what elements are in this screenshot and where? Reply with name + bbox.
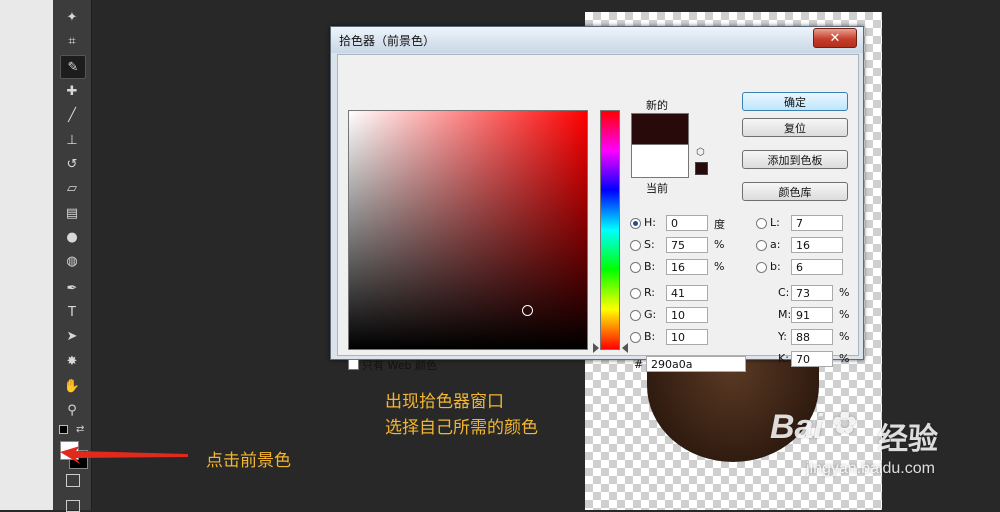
- shape-icon[interactable]: ✸: [60, 350, 84, 372]
- hsb-unit-2: %: [714, 260, 725, 273]
- rgb-input-0[interactable]: 41: [666, 285, 708, 301]
- magic-wand-icon[interactable]: ✦: [60, 6, 84, 28]
- web-only-checkbox[interactable]: [348, 359, 359, 370]
- lab-label-1: a:: [770, 238, 781, 251]
- add-to-swatches-button[interactable]: 添加到色板: [742, 150, 848, 169]
- hsb-unit-1: %: [714, 238, 725, 251]
- zoom-icon[interactable]: ⚲: [60, 399, 84, 421]
- rgb-label-2: B:: [644, 330, 656, 343]
- close-button[interactable]: ✕: [813, 28, 857, 48]
- radio-hsb-0[interactable]: [630, 218, 641, 229]
- rgb-input-2[interactable]: 10: [666, 329, 708, 345]
- lab-input-0[interactable]: 7: [791, 215, 843, 231]
- eraser-icon[interactable]: ▱: [60, 177, 84, 199]
- current-color-label: 当前: [646, 182, 668, 195]
- hex-input[interactable]: 290a0a: [646, 356, 746, 372]
- lab-label-2: b:: [770, 260, 781, 273]
- cmyk-unit-1: %: [839, 308, 850, 321]
- dialog-title: 拾色器（前景色）: [339, 34, 436, 48]
- history-brush-icon[interactable]: ↺: [60, 153, 84, 175]
- paw-icon: ✿: [832, 406, 858, 441]
- lab-input-2[interactable]: 6: [791, 259, 843, 275]
- cmyk-input-0[interactable]: 73: [791, 285, 833, 301]
- red-arrow-annotation: [60, 446, 188, 464]
- brush-icon[interactable]: ╱: [60, 104, 84, 126]
- quick-mask-icon[interactable]: [66, 474, 80, 487]
- hsb-unit-0: 度: [714, 218, 725, 231]
- dialog-titlebar[interactable]: 拾色器（前景色） ✕: [331, 27, 863, 53]
- hue-slider-arrow-right[interactable]: [622, 343, 628, 353]
- rgb-input-1[interactable]: 10: [666, 307, 708, 323]
- screen-mode-icon[interactable]: [66, 500, 80, 512]
- cmyk-input-1[interactable]: 91: [791, 307, 833, 323]
- new-color-swatch: [631, 113, 689, 145]
- stamp-icon[interactable]: ⊥: [60, 129, 84, 151]
- note-line-2: 选择自己所需的颜色: [385, 418, 538, 438]
- dialog-body: 新的 当前 ⬡ 确定 复位 添加到色板 颜色库 只有 Web 颜色 H: 0 度 S:…: [337, 54, 859, 372]
- hand-icon[interactable]: ✋: [60, 375, 84, 397]
- web-safe-swatch[interactable]: [695, 162, 708, 175]
- color-libraries-button[interactable]: 颜色库: [742, 182, 848, 201]
- radio-lab-2[interactable]: [756, 262, 767, 273]
- cmyk-label-1: M:: [778, 308, 792, 321]
- hsb-label-0: H:: [644, 216, 656, 229]
- radio-rgb-1[interactable]: [630, 310, 641, 321]
- cmyk-label-0: C:: [778, 286, 790, 299]
- watermark-jingyan: 经验: [878, 422, 938, 457]
- cmyk-label-2: Y:: [778, 330, 787, 343]
- hue-slider-arrow-left[interactable]: [593, 343, 599, 353]
- radio-hsb-2[interactable]: [630, 262, 641, 273]
- reset-button[interactable]: 复位: [742, 118, 848, 137]
- cmyk-unit-3: %: [839, 352, 850, 365]
- ok-button[interactable]: 确定: [742, 92, 848, 111]
- radio-rgb-0[interactable]: [630, 288, 641, 299]
- cmyk-input-3[interactable]: 70: [791, 351, 833, 367]
- new-color-label: 新的: [646, 99, 668, 112]
- lab-input-1[interactable]: 16: [791, 237, 843, 253]
- baidu-jingyan-watermark: Bai ✿ 经验 jingyan.baidu.com: [770, 400, 960, 490]
- click-foreground-note: 点击前景色: [206, 451, 291, 471]
- eyedropper-icon[interactable]: ✎: [60, 55, 86, 79]
- cmyk-input-2[interactable]: 88: [791, 329, 833, 345]
- default-colors-icon[interactable]: [59, 425, 68, 434]
- cmyk-unit-0: %: [839, 286, 850, 299]
- hsb-label-2: B:: [644, 260, 656, 273]
- radio-hsb-1[interactable]: [630, 240, 641, 251]
- current-color-swatch[interactable]: [631, 144, 689, 178]
- left-panel-strip: [0, 0, 53, 510]
- hsb-input-2[interactable]: 16: [666, 259, 708, 275]
- watermark-url: jingyan.baidu.com: [806, 460, 935, 477]
- gradient-icon[interactable]: ▤: [60, 202, 84, 224]
- rgb-label-0: R:: [644, 286, 656, 299]
- lab-label-0: L:: [770, 216, 780, 229]
- watermark-logo: Bai: [770, 408, 823, 446]
- web-only-label: 只有 Web 颜色: [362, 359, 437, 372]
- hsb-input-0[interactable]: 0: [666, 215, 708, 231]
- pen-icon[interactable]: ✒: [60, 277, 84, 299]
- type-icon[interactable]: T: [60, 301, 84, 323]
- cmyk-label-3: K:: [778, 352, 789, 365]
- cube-icon[interactable]: ⬡: [696, 147, 705, 158]
- blur-icon[interactable]: ●: [60, 226, 84, 248]
- cmyk-unit-2: %: [839, 330, 850, 343]
- hsb-label-1: S:: [644, 238, 655, 251]
- note-line-1: 出现拾色器窗口: [385, 392, 504, 412]
- close-icon: ✕: [829, 30, 841, 46]
- radio-lab-0[interactable]: [756, 218, 767, 229]
- dodge-icon[interactable]: ◍: [60, 250, 84, 272]
- radio-rgb-2[interactable]: [630, 332, 641, 343]
- rgb-label-1: G:: [644, 308, 657, 321]
- radio-lab-1[interactable]: [756, 240, 767, 251]
- path-select-icon[interactable]: ➤: [60, 325, 84, 347]
- crop-icon[interactable]: ⌗: [60, 30, 84, 52]
- hex-label: #: [634, 358, 644, 371]
- hue-slider[interactable]: [600, 110, 620, 350]
- swap-colors-icon[interactable]: ⇄: [76, 424, 84, 435]
- color-field-picker[interactable]: [522, 305, 533, 316]
- healing-brush-icon[interactable]: ✚: [60, 80, 84, 102]
- color-field[interactable]: [348, 110, 588, 350]
- hsb-input-1[interactable]: 75: [666, 237, 708, 253]
- color-picker-dialog: 拾色器（前景色） ✕ 新的 当前 ⬡ 确定 复位 添加到色板 颜色库 只有 We…: [330, 26, 864, 372]
